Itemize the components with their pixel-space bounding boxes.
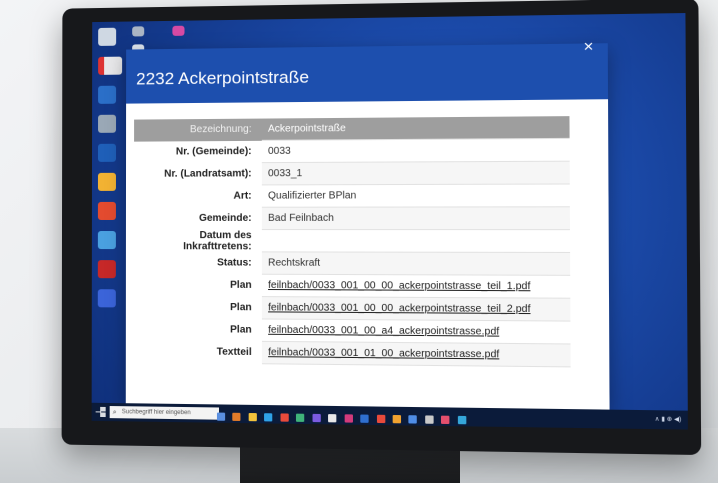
taskbar-app-icon[interactable]: [248, 412, 257, 422]
top-desktop-icons: [132, 22, 243, 55]
system-tray[interactable]: ∧ ▮ ⊕ ◀): [655, 413, 682, 426]
row-value: feilnbach/0033_001_01_00_ackerpointstras…: [261, 341, 571, 367]
chrome-icon[interactable]: [97, 201, 116, 220]
row-label: Bezeichnung:: [134, 118, 262, 142]
taskbar-app-icon[interactable]: [296, 413, 305, 422]
taskbar-app-icon[interactable]: [376, 414, 385, 424]
dialog-header: 2232 Ackerpointstraße ×: [126, 38, 609, 104]
start-button[interactable]: [96, 407, 106, 417]
row-label: Plan: [230, 279, 252, 291]
taskbar-app-icon[interactable]: [216, 412, 226, 421]
taskbar-app-icon[interactable]: [344, 414, 353, 423]
row-label: Status:: [217, 257, 252, 269]
table-row: Nr. (Landratsamt): 0033_1: [134, 161, 570, 185]
desktop-icon[interactable]: [132, 26, 145, 37]
dialog-body: Bezeichnung: Ackerpointstraße Nr. (Gemei…: [126, 99, 610, 368]
taskbar-app-icon[interactable]: [232, 412, 241, 422]
row-value: 0033_1: [261, 161, 570, 185]
taskbar-app-icon[interactable]: [360, 414, 369, 423]
row-label: Datum des Inkrafttretens:: [183, 229, 252, 252]
app-icon[interactable]: [97, 260, 116, 279]
row-label: Nr. (Landratsamt):: [164, 168, 252, 180]
info-table: Bezeichnung: Ackerpointstraße Nr. (Gemei…: [134, 116, 571, 367]
app-icon[interactable]: [97, 289, 116, 308]
row-label: Nr. (Gemeinde):: [175, 145, 252, 158]
close-button[interactable]: ×: [578, 37, 600, 58]
taskbar-search-placeholder: Suchbegriff hier eingeben: [121, 409, 191, 417]
table-row: Status: Rechtskraft: [134, 251, 571, 276]
row-label: Textteil: [216, 346, 252, 359]
app-icon[interactable]: [97, 231, 116, 250]
taskbar-app-icon[interactable]: [408, 415, 418, 424]
textteil-link[interactable]: feilnbach/0033_001_01_00_ackerpointstras…: [268, 347, 499, 360]
search-icon: ⌕: [112, 409, 117, 417]
table-row: Textteil feilnbach/0033_001_01_00_ackerp…: [134, 340, 571, 367]
table-row: Art: Qualifizierter BPlan: [134, 183, 570, 208]
taskbar-app-icon[interactable]: [425, 415, 434, 424]
table-row: Datum des Inkrafttretens:: [134, 229, 571, 253]
row-value: Qualifizierter BPlan: [261, 183, 570, 208]
row-value: Rechtskraft: [261, 251, 571, 276]
desktop-screen: 2232 Ackerpointstraße × Bezeichnung: Ack…: [91, 13, 688, 430]
info-dialog: 2232 Ackerpointstraße × Bezeichnung: Ack…: [125, 38, 610, 410]
row-label: Art:: [233, 190, 252, 202]
plan-link[interactable]: feilnbach/0033_001_00_a4_ackerpointstras…: [268, 325, 499, 338]
row-value: 0033: [261, 138, 570, 163]
plan-link[interactable]: feilnbach/0033_001_00_00_ackerpointstras…: [268, 302, 530, 315]
row-value: Ackerpointstraße: [261, 116, 570, 141]
row-value: feilnbach/0033_001_00_00_ackerpointstras…: [261, 274, 571, 299]
taskbar-app-icon[interactable]: [280, 413, 289, 422]
row-label: Plan: [230, 302, 252, 314]
recycle-bin-icon[interactable]: [98, 27, 117, 46]
row-value: Bad Feilnbach: [261, 206, 570, 230]
plan-link[interactable]: feilnbach/0033_001_00_00_ackerpointstras…: [268, 280, 530, 292]
taskbar-app-icon[interactable]: [392, 414, 402, 424]
taskbar-app-icon[interactable]: [312, 413, 321, 423]
row-value: feilnbach/0033_001_00_a4_ackerpointstras…: [261, 318, 571, 344]
row-label: Plan: [230, 324, 252, 336]
row-value: [261, 229, 571, 253]
row-value: feilnbach/0033_001_00_00_ackerpointstras…: [261, 296, 571, 322]
app-icon[interactable]: [97, 172, 116, 191]
taskbar-search-input[interactable]: ⌕ Suchbegriff hier eingeben: [109, 406, 219, 420]
taskbar-app-icon[interactable]: [457, 415, 467, 425]
row-label: Gemeinde:: [198, 212, 252, 224]
table-row: Nr. (Gemeinde): 0033: [134, 138, 570, 163]
taskbar-app-icon[interactable]: [264, 413, 273, 422]
dialog-title: 2232 Ackerpointstraße: [136, 67, 310, 89]
table-row: Gemeinde: Bad Feilnbach: [134, 206, 570, 230]
app-icon[interactable]: [98, 114, 117, 133]
table-row: Plan feilnbach/0033_001_00_00_ackerpoint…: [134, 274, 571, 299]
taskbar-app-icon[interactable]: [328, 414, 337, 423]
monitor: 2232 Ackerpointstraße × Bezeichnung: Ack…: [61, 0, 702, 456]
table-row: Bezeichnung: Ackerpointstraße: [134, 116, 570, 142]
desktop-icon[interactable]: [172, 25, 185, 36]
app-icon[interactable]: [98, 85, 117, 104]
app-icon[interactable]: [97, 143, 117, 162]
taskbar-app-icon[interactable]: [441, 415, 450, 425]
taskbar-apps: [216, 407, 469, 425]
pdf-icon[interactable]: [98, 56, 123, 75]
desktop-icon-column: [96, 27, 123, 319]
table-row: Plan feilnbach/0033_001_00_00_ackerpoint…: [134, 296, 571, 322]
